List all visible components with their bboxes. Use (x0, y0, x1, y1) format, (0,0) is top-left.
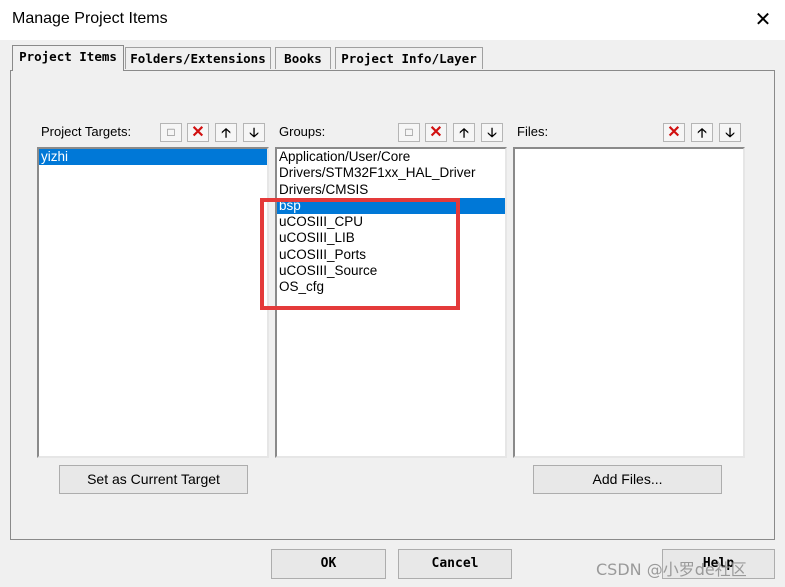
tab-folders-extensions[interactable]: Folders/Extensions (125, 47, 271, 69)
list-item[interactable]: Drivers/CMSIS (277, 182, 505, 198)
delete-icon[interactable]: ✕ (425, 123, 447, 142)
files-list[interactable] (513, 147, 745, 458)
move-up-icon[interactable]: 🡡 (215, 123, 237, 142)
targets-header: Project Targets: □ ✕ 🡡 🡣 (37, 120, 269, 144)
move-down-icon[interactable]: 🡣 (719, 123, 741, 142)
list-item[interactable]: Application/User/Core (277, 149, 505, 165)
files-label: Files: (517, 124, 549, 139)
add-files-button[interactable]: Add Files... (533, 465, 722, 494)
ok-button[interactable]: OK (271, 549, 386, 579)
new-icon[interactable]: □ (160, 123, 182, 142)
tab-books[interactable]: Books (275, 47, 331, 69)
move-down-icon[interactable]: 🡣 (243, 123, 265, 142)
tab-project-items[interactable]: Project Items (12, 45, 124, 71)
move-up-icon[interactable]: 🡡 (453, 123, 475, 142)
window-title: Manage Project Items (12, 10, 168, 27)
watermark: CSDN @小罗de社区 (596, 560, 747, 579)
targets-label: Project Targets: (41, 124, 132, 139)
list-item[interactable]: yizhi (39, 149, 267, 166)
groups-label: Groups: (279, 124, 326, 139)
move-down-icon[interactable]: 🡣 (481, 123, 503, 142)
targets-list[interactable]: yizhi (37, 147, 269, 458)
new-icon[interactable]: □ (398, 123, 420, 142)
tab-project-info-layer[interactable]: Project Info/Layer (335, 47, 483, 69)
set-current-target-button[interactable]: Set as Current Target (59, 465, 248, 494)
groups-header: Groups: □ ✕ 🡡 🡣 (275, 120, 507, 144)
list-item[interactable]: Drivers/STM32F1xx_HAL_Driver (277, 165, 505, 181)
cancel-button[interactable]: Cancel (398, 549, 512, 579)
annotation-highlight (260, 198, 460, 310)
move-up-icon[interactable]: 🡡 (691, 123, 713, 142)
delete-icon[interactable]: ✕ (663, 123, 685, 142)
files-header: Files: ✕ 🡡 🡣 (513, 120, 745, 144)
delete-icon[interactable]: ✕ (187, 123, 209, 142)
close-icon[interactable]: ✕ (752, 6, 774, 32)
